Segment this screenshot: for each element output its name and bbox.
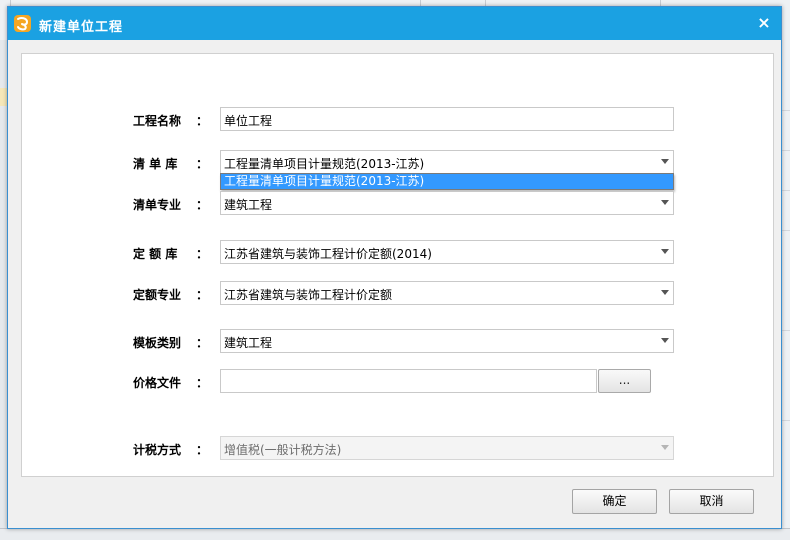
new-unit-project-dialog: 新建单位工程 × 工程名称 ： 单位工程 清 单 库 ： 工程量清单项目计量规范… — [7, 6, 782, 529]
project-name-value: 单位工程 — [224, 114, 273, 128]
browse-button[interactable]: ... — [598, 369, 651, 393]
quota-specialty-select[interactable]: 江苏省建筑与装饰工程计价定额 — [220, 281, 674, 305]
dialog-titlebar[interactable]: 新建单位工程 × — [8, 7, 781, 40]
chevron-down-icon[interactable] — [661, 290, 669, 295]
quota-library-select[interactable]: 江苏省建筑与装饰工程计价定额(2014) — [220, 240, 674, 264]
chevron-down-icon — [661, 445, 669, 450]
price-file-input[interactable] — [220, 369, 597, 393]
bill-library-option[interactable]: 工程量清单项目计量规范(2013-江苏) — [221, 174, 673, 189]
bill-library-select[interactable]: 工程量清单项目计量规范(2013-江苏) — [220, 150, 674, 174]
tax-method-select: 增值税(一般计税方法) — [220, 436, 674, 460]
tax-method-value: 增值税(一般计税方法) — [224, 443, 342, 457]
project-name-colon: ： — [196, 114, 209, 128]
template-type-select[interactable]: 建筑工程 — [220, 329, 674, 353]
cancel-button[interactable]: 取消 — [669, 489, 754, 514]
quota-library-label: 定 额 库 — [133, 247, 178, 261]
quota-specialty-label: 定额专业 — [133, 288, 182, 302]
template-type-colon: ： — [196, 336, 209, 350]
template-type-label: 模板类别 — [133, 336, 182, 350]
quota-specialty-colon: ： — [196, 288, 209, 302]
project-name-input[interactable]: 单位工程 — [220, 107, 674, 131]
bill-library-label: 清 单 库 — [133, 157, 178, 171]
close-icon[interactable]: × — [755, 14, 773, 32]
bill-specialty-value: 建筑工程 — [224, 198, 273, 212]
quota-library-colon: ： — [196, 247, 209, 261]
bill-specialty-colon: ： — [196, 198, 209, 212]
price-file-colon: ： — [196, 376, 209, 390]
bill-library-colon: ： — [196, 157, 209, 171]
tax-method-label: 计税方式 — [133, 443, 182, 457]
quota-specialty-value: 江苏省建筑与装饰工程计价定额 — [224, 288, 393, 302]
bill-specialty-label: 清单专业 — [133, 198, 182, 212]
chevron-down-icon[interactable] — [661, 200, 669, 205]
chevron-down-icon[interactable] — [661, 338, 669, 343]
bill-specialty-select[interactable]: 建筑工程 — [220, 191, 674, 215]
bill-library-value: 工程量清单项目计量规范(2013-江苏) — [224, 157, 425, 171]
background-bottom-strip — [0, 528, 790, 540]
template-type-value: 建筑工程 — [224, 336, 273, 350]
software-logo-icon — [14, 15, 31, 32]
chevron-down-icon[interactable] — [661, 249, 669, 254]
chevron-down-icon[interactable] — [661, 159, 669, 164]
price-file-label: 价格文件 — [133, 376, 182, 390]
bill-library-dropdown-list: 工程量清单项目计量规范(2013-江苏) — [220, 173, 674, 190]
ok-button[interactable]: 确定 — [572, 489, 657, 514]
dialog-title: 新建单位工程 — [39, 20, 124, 35]
tax-method-colon: ： — [196, 443, 209, 457]
quota-library-value: 江苏省建筑与装饰工程计价定额(2014) — [224, 247, 432, 261]
project-name-label: 工程名称 — [133, 114, 182, 128]
